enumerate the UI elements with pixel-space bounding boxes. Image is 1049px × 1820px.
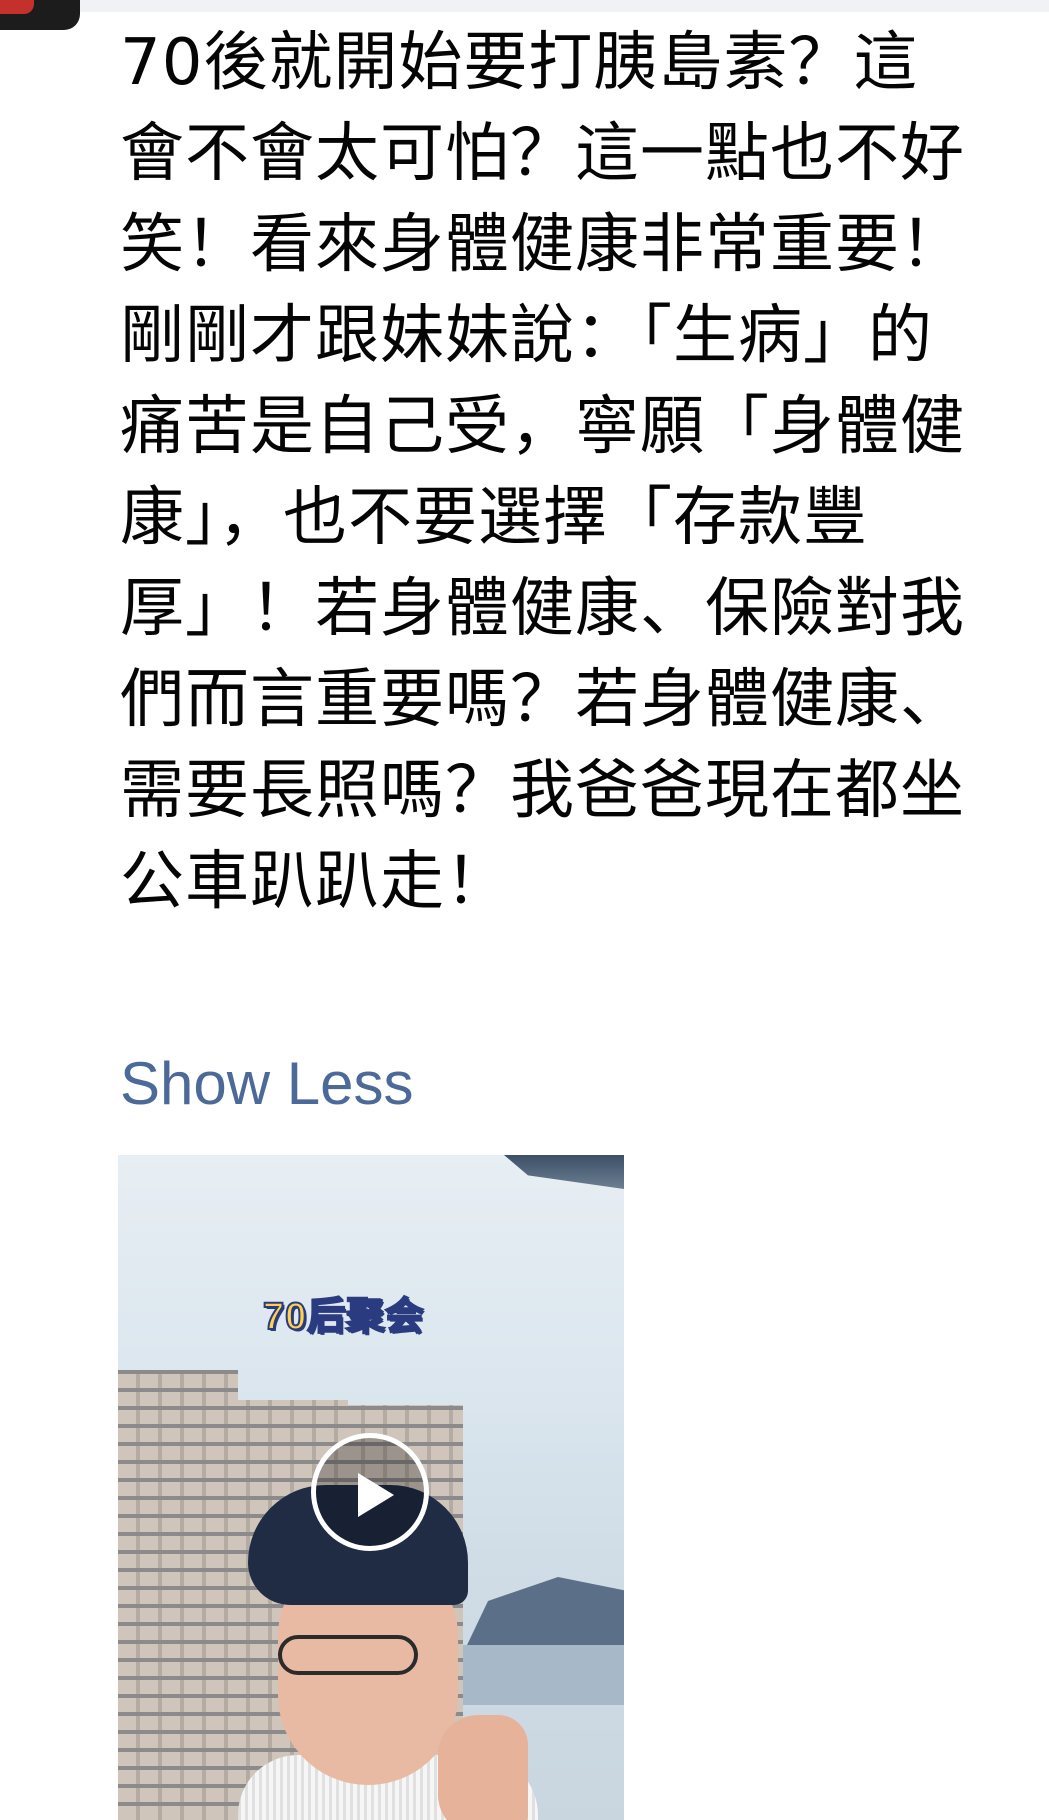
play-icon bbox=[358, 1473, 394, 1517]
video-scene-awning bbox=[504, 1155, 624, 1189]
person-hand bbox=[438, 1715, 528, 1820]
top-strip bbox=[0, 0, 1049, 12]
play-button[interactable] bbox=[311, 1433, 429, 1551]
avatar-accent bbox=[0, 0, 34, 14]
post-text: 70後就開始要打胰島素？這會不會太可怕？這一點也不好笑！看來身體健康非常重要！剛… bbox=[120, 26, 965, 919]
video-scene-building bbox=[118, 1370, 238, 1820]
avatar[interactable] bbox=[0, 0, 80, 30]
video-caption: 70后聚会 bbox=[262, 1295, 425, 1339]
video-thumbnail[interactable]: 70后聚会 bbox=[118, 1155, 624, 1820]
person-glasses bbox=[278, 1635, 418, 1675]
show-less-link[interactable]: Show Less bbox=[120, 1046, 414, 1122]
